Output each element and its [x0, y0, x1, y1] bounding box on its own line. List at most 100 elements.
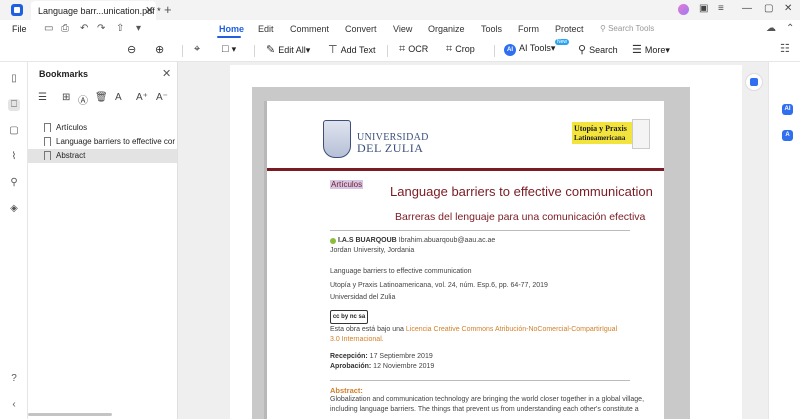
save-icon[interactable]: ▭ [44, 23, 53, 34]
crop-label: Crop [455, 44, 475, 54]
tab-view[interactable]: View [393, 24, 412, 34]
print-icon[interactable]: ⎙ [61, 23, 69, 34]
tab-organize[interactable]: Organize [428, 24, 465, 34]
author-line[interactable]: I.A.S BUARQOUB Ibrahim.abuarqoub@aau.ac.… [338, 237, 495, 244]
menu-icon[interactable]: ≡ [718, 3, 724, 14]
ocr-icon: ⌗ [399, 43, 406, 55]
toolbar-divider [387, 45, 388, 57]
tab-comment[interactable]: Comment [290, 24, 329, 34]
translate-icon[interactable]: A [782, 130, 793, 141]
reference-publisher[interactable]: Universidad del Zulia [330, 294, 395, 301]
bookmark-label: Artículos [56, 123, 88, 132]
toolbar-divider [254, 45, 255, 57]
avatar[interactable] [678, 4, 689, 15]
tab-home[interactable]: Home [219, 24, 244, 34]
maximize-icon[interactable]: ▢ [764, 3, 773, 14]
bookmark-item-language-barriers[interactable]: Language barriers to effective cor [28, 135, 177, 149]
license-line[interactable]: Esta obra está bajo una Licencia Creativ… [330, 326, 617, 333]
author-email: Ibrahim.abuarqoub@aau.ac.ae [398, 237, 496, 244]
search-button[interactable]: ⚲ Search [578, 43, 618, 56]
document-tab[interactable]: Language barr...unication.pdf * ✕ [31, 1, 161, 20]
search-tools-input[interactable]: ⚲ Search Tools [600, 24, 654, 33]
decrease-font-icon[interactable]: A⁻ [156, 92, 168, 103]
menu-file[interactable]: File [12, 24, 27, 34]
collapse-chevron-icon[interactable]: ‹ [8, 399, 20, 411]
bold-bookmark-icon[interactable]: A [115, 92, 122, 103]
reference-title[interactable]: Language barriers to effective communica… [330, 268, 472, 275]
abstract-heading[interactable]: Abstract: [330, 386, 363, 395]
add-text-button[interactable]: ⊤ Add Text [328, 43, 375, 56]
translate-float-button[interactable] [745, 73, 763, 91]
zoom-out-icon: ⊖ [127, 44, 137, 56]
zoom-out-button[interactable]: ⊖ [127, 43, 139, 56]
page-border [264, 101, 267, 419]
search-icon[interactable]: ⚲ [8, 177, 20, 189]
redo-icon[interactable]: ↷ [97, 23, 105, 34]
bookmark-label: Abstract [56, 151, 86, 160]
article-subtitle[interactable]: Barreras del lenguaje para una comunicac… [395, 211, 645, 223]
received-line[interactable]: Recepción: 17 Septiembre 2019 [330, 353, 433, 360]
app-logo[interactable] [11, 4, 23, 16]
abstract-line-1[interactable]: Globalization and communication technolo… [330, 396, 644, 403]
search-icon: ⚲ [578, 44, 587, 56]
ocr-button[interactable]: ⌗ OCR [399, 43, 428, 56]
settings-icon[interactable]: ☷ [780, 42, 790, 55]
bookmark-marker-icon [44, 123, 51, 132]
bookmark-item-abstract[interactable]: Abstract [28, 149, 177, 163]
ai-tools-button[interactable]: AI AI Tools▾ [504, 43, 555, 56]
undo-icon[interactable]: ↶ [80, 23, 88, 34]
tab-protect[interactable]: Protect [555, 24, 584, 34]
edit-all-button[interactable]: ✎ Edit All▾ [266, 43, 310, 56]
tab-tools[interactable]: Tools [481, 24, 502, 34]
article-title[interactable]: Language barriers to effective communica… [390, 184, 653, 199]
message-icon[interactable]: ▣ [699, 3, 708, 14]
highlight-button[interactable]: ⌖ [194, 43, 203, 56]
ocr-label: OCR [408, 44, 429, 54]
edit-all-label: Edit All [278, 45, 306, 55]
approved-line[interactable]: Aprobación: 12 Noviembre 2019 [330, 363, 434, 370]
toolbar-divider [494, 45, 495, 57]
search-label: Search [589, 45, 618, 55]
header-rule [267, 168, 664, 171]
bookmark-icon[interactable]: ⎕ [8, 99, 20, 111]
more-button[interactable]: ☰ More▾ [632, 43, 670, 56]
tab-edit[interactable]: Edit [258, 24, 274, 34]
bookmarks-close-icon[interactable]: ✕ [162, 67, 171, 80]
new-tab-button[interactable]: + [164, 2, 172, 17]
crop-button[interactable]: ⌗ Crop [446, 43, 475, 56]
bookmark-item-articulos[interactable]: Artículos [28, 121, 177, 135]
ai-assistant-icon[interactable]: AI [782, 104, 793, 115]
add-bookmark-icon[interactable]: ⊞ [62, 92, 70, 103]
horizontal-scrollbar[interactable] [28, 413, 112, 416]
close-icon[interactable]: ✕ [784, 3, 792, 14]
reference-journal[interactable]: Utopía y Praxis Latinoamericana, vol. 24… [330, 282, 548, 289]
rename-bookmark-icon[interactable]: Ⓐ [78, 92, 88, 107]
tab-convert[interactable]: Convert [345, 24, 377, 34]
delete-bookmark-icon[interactable]: 🗑 [95, 92, 108, 103]
bookmark-label: Language barriers to effective cor [56, 137, 176, 146]
more-lines-icon: ☰ [632, 44, 642, 56]
chevron-up-icon[interactable]: ⌃ [786, 23, 794, 34]
zoom-in-button[interactable]: ⊕ [155, 43, 167, 56]
share-icon[interactable]: ⇧ [116, 23, 124, 34]
help-icon[interactable]: ? [8, 373, 20, 385]
abstract-line-2[interactable]: including language barriers. The things … [330, 406, 639, 413]
tab-form[interactable]: Form [518, 24, 539, 34]
tab-close-icon[interactable]: ✕ [145, 4, 154, 17]
license-prefix: Esta obra está bajo una [330, 326, 406, 333]
attachment-icon[interactable]: ⌇ [8, 151, 20, 163]
license-link[interactable]: Licencia Creative Commons Atribución-NoC… [406, 326, 617, 333]
page-thumbnail-icon[interactable]: ▯ [8, 73, 20, 85]
shape-button[interactable]: □ ▾ [222, 43, 236, 55]
approved-label: Aprobación: [330, 363, 372, 370]
increase-font-icon[interactable]: A⁺ [136, 92, 148, 103]
license-link-continued[interactable]: 3.0 Internacional. [330, 336, 384, 343]
cloud-check-icon[interactable]: ☁ [766, 23, 776, 34]
comment-icon[interactable]: ▢ [8, 125, 20, 137]
minimize-icon[interactable]: — [742, 3, 752, 14]
expand-all-icon[interactable]: ☰ [38, 92, 47, 103]
dropdown-icon[interactable]: ▾ [136, 23, 141, 34]
layers-icon[interactable]: ◈ [8, 203, 20, 215]
affiliation[interactable]: Jordan University, Jordania [330, 247, 414, 254]
section-tag[interactable]: Artículos [330, 180, 364, 189]
